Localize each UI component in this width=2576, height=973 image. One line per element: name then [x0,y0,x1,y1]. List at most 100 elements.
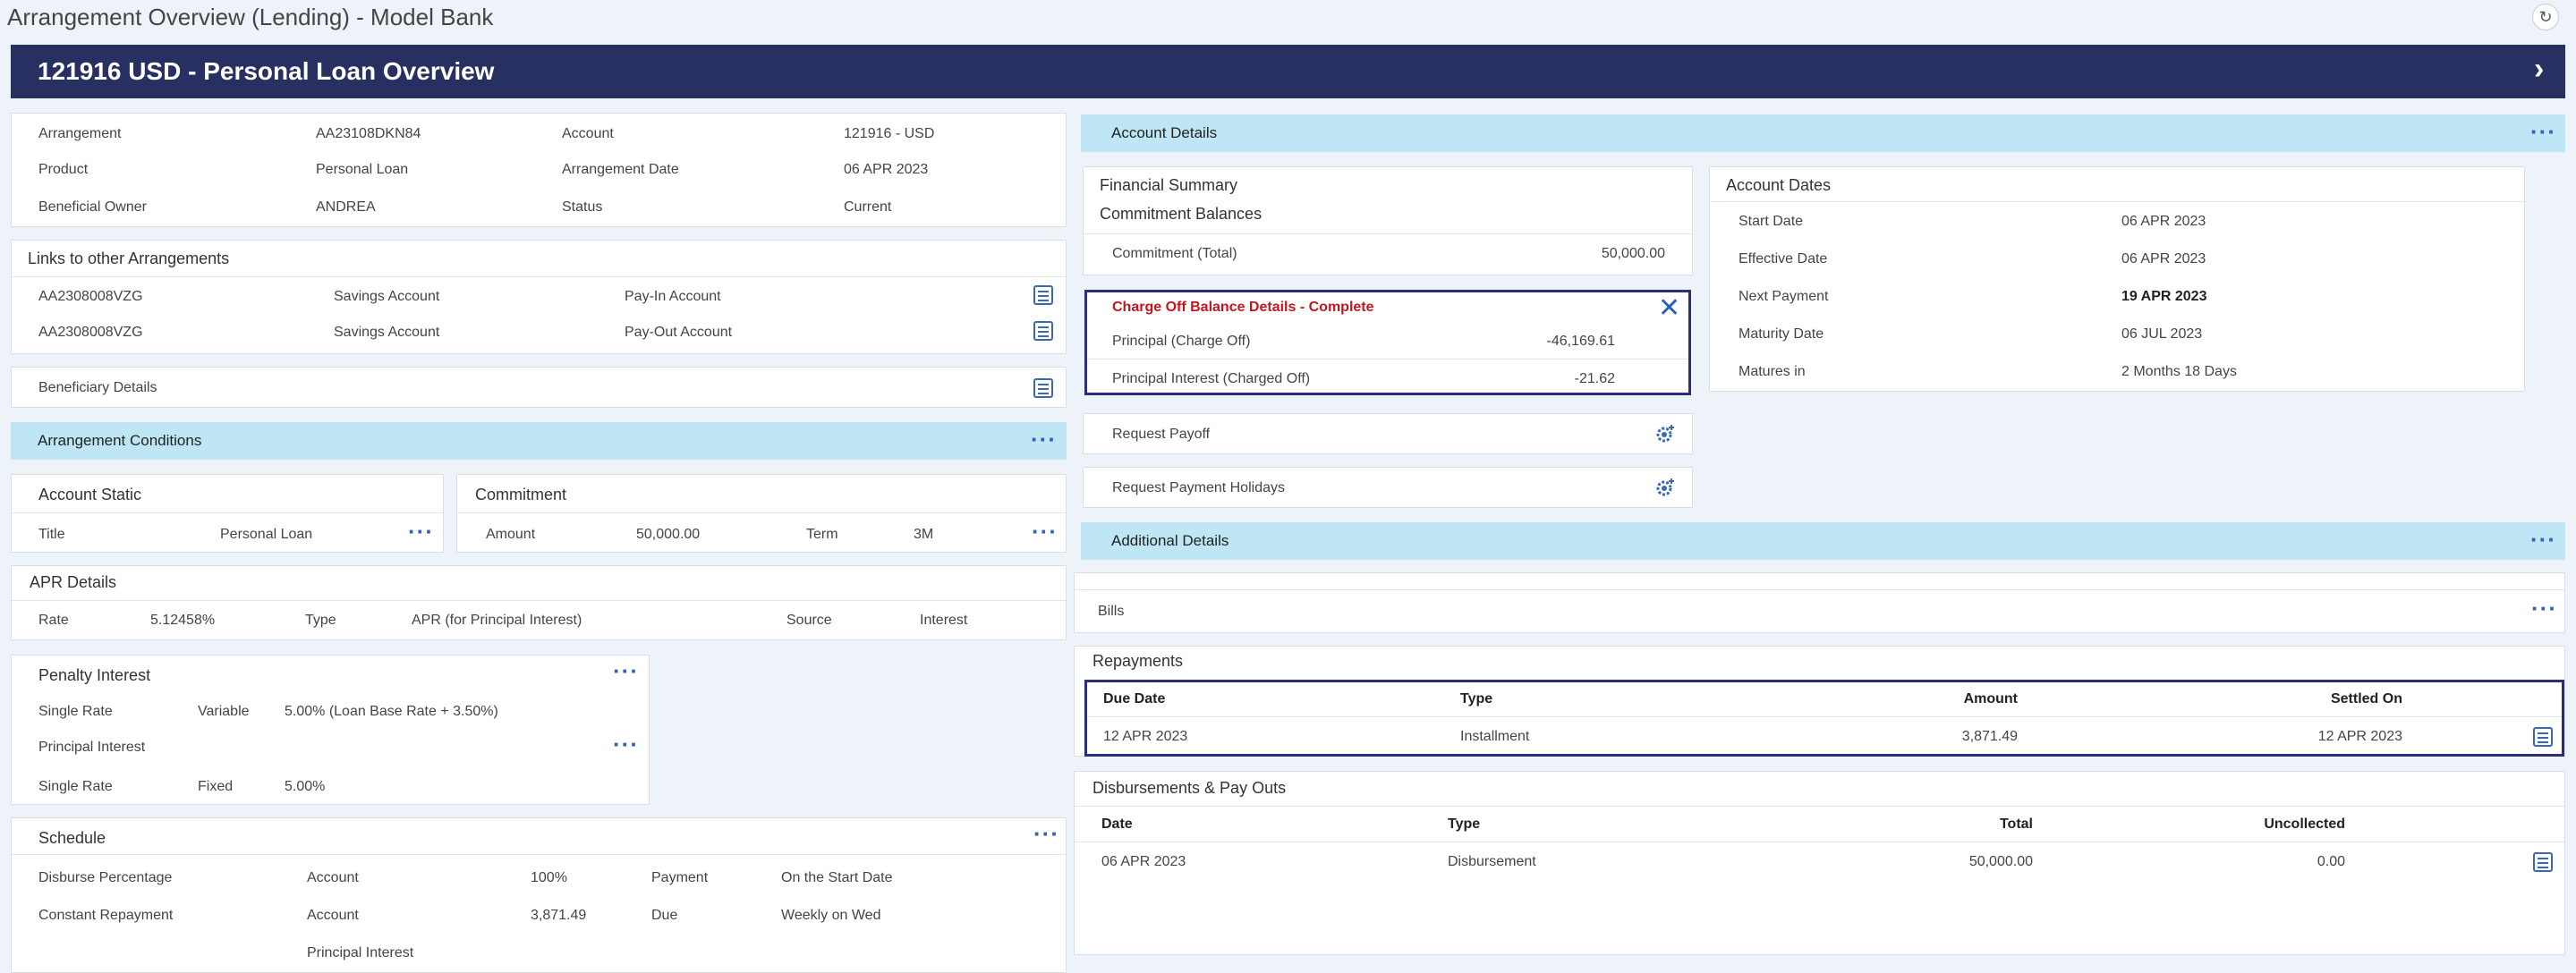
charge-off-title: Charge Off Balance Details - Complete [1112,300,1374,315]
start-date-label: Start Date [1739,214,1804,229]
link-row-2-role: Pay-Out Account [625,325,733,340]
repayment-details-icon[interactable] [2533,727,2553,747]
principal-interest-more-icon[interactable]: ··· [613,732,639,756]
matures-in-value: 2 Months 18 Days [2121,364,2237,379]
gear-icon[interactable] [1654,477,1676,498]
bills-title: Bills [1098,604,1125,619]
owner-label: Beneficial Owner [38,199,147,215]
additional-details-more-icon[interactable]: ··· [2530,528,2556,551]
schedule-r2-d: Due [651,908,678,923]
arrangement-date-label: Arrangement Date [562,162,679,177]
disbursements-header-type: Type [1448,816,1481,832]
request-payoff-label[interactable]: Request Payoff [1112,427,1210,443]
commitment-amount-label: Amount [486,527,536,542]
account-label: Account [562,126,614,141]
schedule-r2-e: Weekly on Wed [781,908,881,923]
schedule-panel: Schedule ··· Disburse Percentage Account… [11,817,1067,973]
arrangement-panel: Arrangement AA23108DKN84 Account 121916 … [11,113,1067,227]
repayment-due-date: 12 APR 2023 [1103,729,1188,744]
financial-summary-title: Financial Summary [1100,176,1238,194]
refresh-icon[interactable]: ↻ [2532,4,2559,30]
link-row-2-details-icon[interactable] [1033,321,1053,341]
schedule-r1-e: On the Start Date [781,870,893,885]
link-row-1-details-icon[interactable] [1033,285,1053,305]
link-row-1-type: Savings Account [334,289,440,304]
links-panel: Links to other Arrangements AA2308008VZG… [11,240,1067,354]
arrangement-value: AA23108DKN84 [316,126,421,141]
repayment-type: Installment [1460,729,1530,744]
account-static-more-icon[interactable]: ··· [408,520,434,543]
disbursement-uncollected: 0.00 [2317,854,2345,869]
beneficiary-title: Beneficiary Details [38,380,157,395]
commitment-total-value: 50,000.00 [1601,246,1665,261]
apr-type-value: APR (for Principal Interest) [412,613,582,628]
chevron-right-icon[interactable]: › [2534,52,2544,87]
request-holidays-label[interactable]: Request Payment Holidays [1112,480,1285,496]
arrangement-conditions-bar: Arrangement Conditions ··· [11,422,1067,460]
additional-details-bar: Additional Details ··· [1081,522,2565,560]
account-value: 121916 - USD [844,126,935,141]
penalty-interest-title: Penalty Interest [38,666,151,684]
schedule-r3-b: Principal Interest [307,945,414,960]
apr-panel: APR Details Rate 5.12458% Type APR (for … [11,565,1067,640]
commitment-more-icon[interactable]: ··· [1032,520,1058,543]
schedule-r2-b: Account [307,908,359,923]
principal-interest-title: Principal Interest [38,740,146,755]
owner-value: ANDREA [316,199,376,215]
next-payment-value: 19 APR 2023 [2121,289,2207,304]
disbursements-title: Disbursements & Pay Outs [1092,779,1287,797]
disbursement-details-icon[interactable] [2533,852,2553,872]
status-value: Current [844,199,892,215]
disbursement-total: 50,000.00 [1968,854,2033,869]
status-label: Status [562,199,603,215]
account-details-more-icon[interactable]: ··· [2530,120,2556,143]
overview-banner: 121916 USD - Personal Loan Overview › [11,45,2565,98]
links-title: Links to other Arrangements [28,250,230,267]
link-row-1-id[interactable]: AA2308008VZG [38,289,143,305]
link-row-2-type: Savings Account [334,325,440,340]
beneficiary-details-icon[interactable] [1033,378,1053,398]
repayments-title: Repayments [1092,652,1184,670]
request-holidays-panel[interactable]: Request Payment Holidays [1083,467,1693,508]
account-static-value: Personal Loan [220,527,313,542]
conditions-more-icon[interactable]: ··· [1031,427,1057,451]
schedule-r1-a: Disburse Percentage [38,870,173,885]
penalty-rate-value: 5.00% (Loan Base Rate + 3.50%) [285,704,498,719]
commitment-title: Commitment [475,486,567,503]
principal-rate-value: 5.00% [285,779,326,794]
account-static-panel: Account Static Title Personal Loan ··· [11,474,444,553]
gear-icon[interactable] [1654,423,1676,444]
arrangement-date-value: 06 APR 2023 [844,162,929,177]
penalty-more-icon[interactable]: ··· [613,659,639,682]
repayments-header-settled: Settled On [2330,691,2402,706]
schedule-r2-a: Constant Repayment [38,908,174,923]
repayments-header-type: Type [1460,691,1493,706]
financial-summary-panel: Financial Summary Commitment Balances Co… [1083,166,1693,275]
arrangement-label: Arrangement [38,126,122,141]
repayments-table: Due Date Type Amount Settled On 12 APR 2… [1084,680,2564,757]
schedule-r1-b: Account [307,870,359,885]
penalty-interest-panel: Penalty Interest ··· Single Rate Variabl… [11,655,650,805]
disbursements-header-total: Total [1999,816,2033,832]
repayments-header-amount: Amount [1963,691,2018,706]
start-date-value: 06 APR 2023 [2121,214,2206,229]
commitment-total-label: Commitment (Total) [1112,246,1237,261]
apr-title: APR Details [30,573,117,591]
schedule-more-icon[interactable]: ··· [1033,822,1059,845]
disbursement-date: 06 APR 2023 [1101,854,1186,869]
account-details-bar: Account Details ··· [1081,114,2565,152]
product-label: Product [38,162,89,177]
disbursements-header-date: Date [1101,816,1133,832]
effective-date-value: 06 APR 2023 [2121,251,2206,267]
close-icon[interactable]: ✕ [1658,292,1680,324]
bills-more-icon[interactable]: ··· [2531,596,2557,620]
disbursements-panel: Disbursements & Pay Outs Date Type Total… [1074,771,2565,955]
account-static-label: Title [38,527,65,542]
request-payoff-panel[interactable]: Request Payoff [1083,413,1693,454]
schedule-r1-c: 100% [531,870,567,885]
commitment-panel: Commitment Amount 50,000.00 Term 3M ··· [456,474,1067,553]
next-payment-label: Next Payment [1739,289,1829,304]
repayments-header-due: Due Date [1103,691,1166,706]
charge-off-principal-label: Principal (Charge Off) [1112,334,1251,349]
link-row-2-id[interactable]: AA2308008VZG [38,325,143,341]
